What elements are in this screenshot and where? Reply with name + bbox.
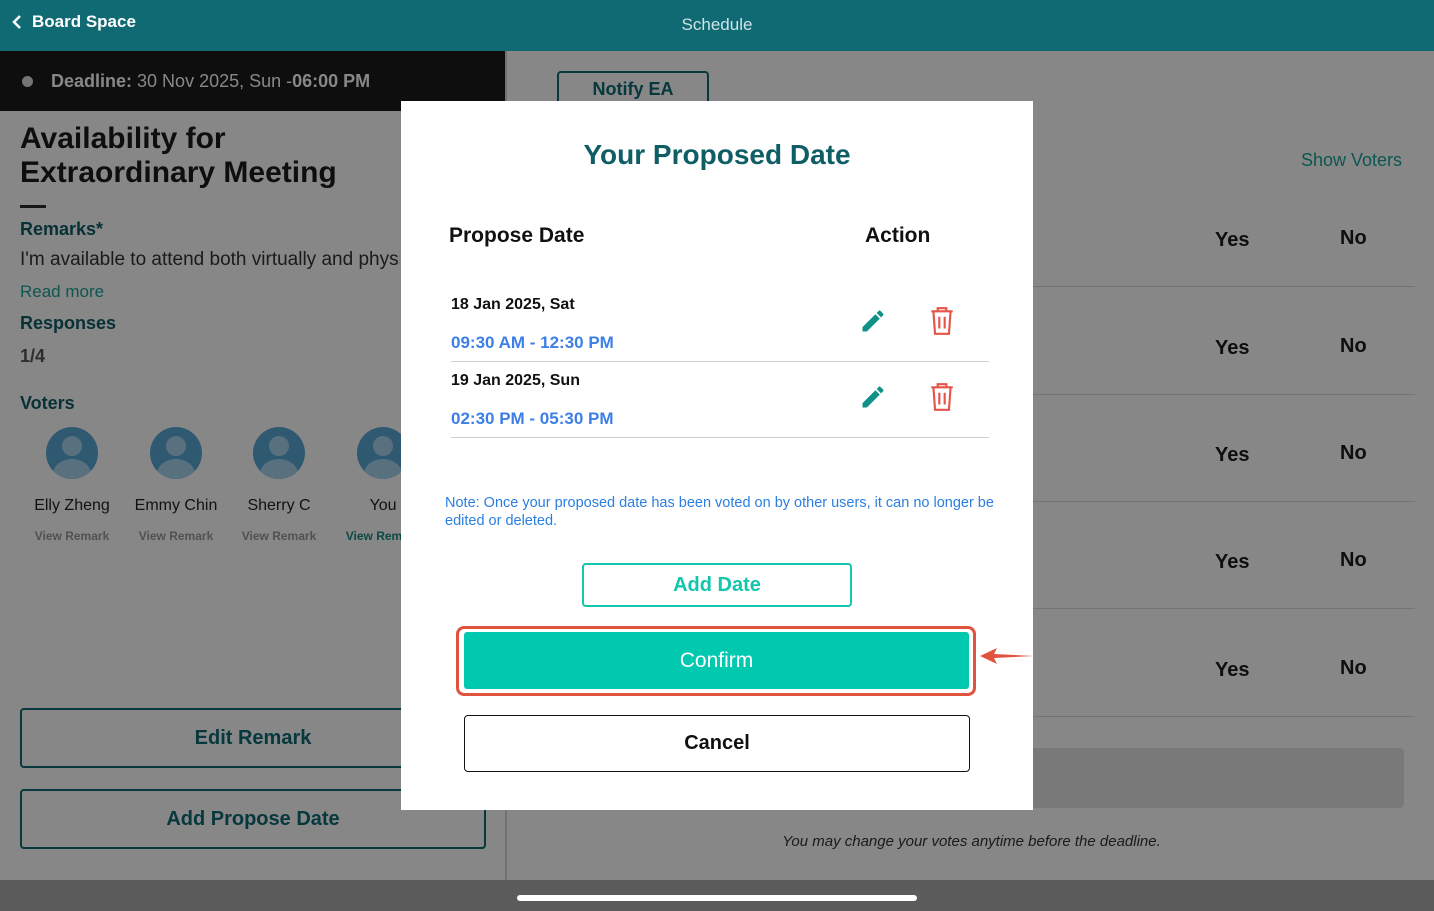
proposal-time: 09:30 AM - 12:30 PM [451, 333, 614, 352]
pencil-icon[interactable] [859, 307, 887, 335]
add-date-button[interactable]: Add Date [582, 563, 852, 607]
proposal-row: 19 Jan 2025, Sun 02:30 PM - 05:30 PM [451, 362, 989, 438]
trash-icon[interactable] [929, 306, 955, 336]
confirm-button[interactable]: Confirm [464, 632, 969, 689]
edit-restriction-note: Note: Once your proposed date has been v… [445, 495, 994, 529]
top-nav-bar: Board Space Schedule [0, 0, 1434, 51]
arrow-pointer-icon [980, 648, 1034, 664]
modal-title: Your Proposed Date [583, 139, 851, 170]
proposed-date-modal: Your Proposed Date Propose Date Action 1… [401, 101, 1033, 810]
proposal-row: 18 Jan 2025, Sat 09:30 AM - 12:30 PM [451, 286, 989, 362]
proposal-date: 19 Jan 2025, Sun [451, 372, 580, 389]
column-header-action: Action [865, 224, 931, 247]
home-indicator[interactable] [517, 895, 917, 901]
screen-title: Schedule [681, 15, 753, 34]
pencil-icon[interactable] [859, 383, 887, 411]
trash-icon[interactable] [929, 382, 955, 412]
cancel-button[interactable]: Cancel [464, 715, 970, 772]
proposal-time: 02:30 PM - 05:30 PM [451, 409, 614, 428]
proposal-date: 18 Jan 2025, Sat [451, 296, 575, 313]
column-header-date: Propose Date [449, 224, 585, 247]
